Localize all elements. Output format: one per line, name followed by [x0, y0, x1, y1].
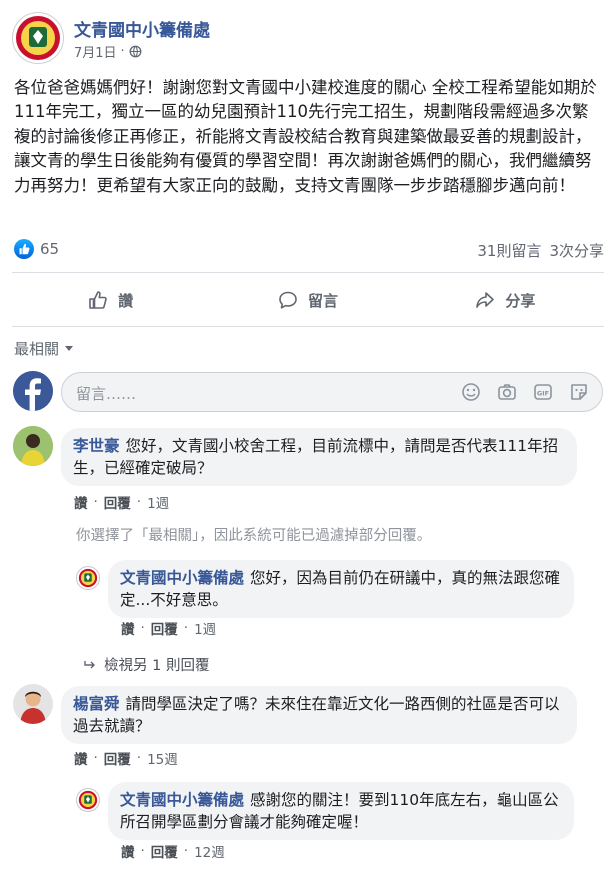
view-more-replies[interactable]: 檢視另 1 則回覆 — [84, 654, 209, 675]
reply-reply-link[interactable]: 回覆 — [151, 841, 178, 861]
reply-avatar[interactable] — [76, 788, 100, 812]
view-more-replies-label: 檢視另 1 則回覆 — [104, 658, 210, 674]
action-bar: 讚 留言 分享 — [12, 280, 604, 320]
camera-icon[interactable] — [496, 381, 518, 403]
comment-author[interactable]: 楊富舜 — [73, 695, 120, 713]
comment-actions: 讚 · 回覆 · 15週 — [74, 748, 178, 768]
comment-bubble: 李世豪 您好，文青國小校舍工程，目前流標中，請問是否代表111年招生，已經確定破局… — [61, 428, 577, 486]
comment-author[interactable]: 李世豪 — [73, 437, 120, 455]
comment-bubble: 楊富舜 請問學區決定了嗎？未來住在靠近文化一路西側的社區是否可以過去就讀？ — [61, 686, 577, 744]
comment-input[interactable]: 留言…… GIF — [61, 372, 603, 412]
reply-arrow-icon — [84, 660, 95, 668]
comment-placeholder: 留言…… — [76, 385, 137, 403]
emoji-icon[interactable] — [460, 381, 482, 403]
like-button[interactable]: 讚 — [12, 280, 209, 320]
post-meta: 7月1日 · — [74, 42, 142, 61]
sort-dropdown[interactable]: 最相關 — [14, 338, 74, 359]
reply-actions: 讚 · 回覆 · 1週 — [121, 618, 217, 638]
reply-time[interactable]: 1週 — [194, 618, 216, 638]
comment-like-link[interactable]: 讚 — [74, 748, 88, 768]
commenter-avatar[interactable] — [13, 684, 53, 724]
post-header: 文青國中小籌備處 7月1日 · — [12, 12, 604, 68]
filter-note: 你選擇了「最相關」，因此系統可能已過濾掉部分回覆。 — [76, 528, 432, 544]
globe-icon — [129, 45, 142, 58]
svg-text:GIF: GIF — [537, 390, 549, 398]
share-label: 分享 — [505, 291, 536, 310]
user-photo-icon — [13, 684, 53, 724]
reactions-bar: 65 31則留言 3次分享 — [12, 236, 604, 264]
reply-bubble: 文青國中小籌備處 感謝您的關注！要到110年底左右，龜山區公所召開學區劃分會議才能… — [108, 782, 574, 840]
comment-like-link[interactable]: 讚 — [74, 492, 88, 512]
school-logo-icon — [78, 568, 98, 588]
reply-author[interactable]: 文青國中小籌備處 — [120, 569, 244, 587]
reply-bubble: 文青國中小籌備處 您好，因為目前仍在研議中，真的無法跟您確定...不好意思。 — [108, 560, 574, 618]
comment-actions: 讚 · 回覆 · 1週 — [74, 492, 170, 512]
comment-text: 您好，文青國小校舍工程，目前流標中，請問是否代表111年招生，已經確定破局？ — [73, 437, 559, 477]
comment-text: 請問學區決定了嗎？未來住在靠近文化一路西側的社區是否可以過去就讀？ — [73, 695, 560, 735]
reply-time[interactable]: 12週 — [194, 841, 225, 861]
post-text: 各位爸爸媽媽們好！謝謝您對文青國中小建校進度的關心 全校工程希望能如期於111年… — [14, 78, 597, 195]
share-count[interactable]: 3次分享 — [549, 240, 604, 261]
thumbs-up-icon — [19, 243, 30, 255]
reply-reply-link[interactable]: 回覆 — [151, 618, 178, 638]
divider — [12, 326, 604, 327]
reply-avatar[interactable] — [76, 566, 100, 590]
user-photo-icon — [13, 426, 53, 466]
sort-label: 最相關 — [14, 340, 60, 358]
school-logo-icon — [16, 16, 60, 60]
reply-author[interactable]: 文青國中小籌備處 — [120, 791, 244, 809]
share-button[interactable]: 分享 — [407, 280, 604, 320]
current-user-avatar — [13, 371, 53, 411]
sticker-icon[interactable] — [568, 381, 590, 403]
facebook-logo-icon — [13, 371, 53, 411]
school-logo-icon — [78, 790, 98, 810]
page-avatar[interactable] — [12, 12, 64, 64]
comment-reply-link[interactable]: 回覆 — [104, 492, 131, 512]
comment-time[interactable]: 1週 — [147, 492, 169, 512]
reaction-count[interactable]: 65 — [40, 240, 59, 258]
divider — [12, 272, 604, 273]
comment-icon — [279, 291, 297, 309]
thumbs-up-outline-icon — [89, 291, 107, 309]
share-arrow-icon — [476, 292, 495, 308]
post-date[interactable]: 7月1日 — [74, 42, 117, 61]
like-label: 讚 — [118, 291, 134, 310]
comment-label: 留言 — [307, 291, 338, 310]
comment-button[interactable]: 留言 — [209, 280, 406, 320]
reply-like-link[interactable]: 讚 — [121, 618, 135, 638]
comment-count[interactable]: 31則留言 — [477, 240, 541, 261]
gif-icon[interactable]: GIF — [532, 381, 554, 403]
commenter-avatar[interactable] — [13, 426, 53, 466]
page-name[interactable]: 文青國中小籌備處 — [74, 16, 210, 41]
comment-reply-link[interactable]: 回覆 — [104, 748, 131, 768]
comment-time[interactable]: 15週 — [147, 748, 178, 768]
reply-like-link[interactable]: 讚 — [121, 841, 135, 861]
reply-actions: 讚 · 回覆 · 12週 — [121, 841, 225, 861]
caret-down-icon — [65, 346, 74, 351]
like-reaction-icon[interactable] — [14, 239, 34, 259]
